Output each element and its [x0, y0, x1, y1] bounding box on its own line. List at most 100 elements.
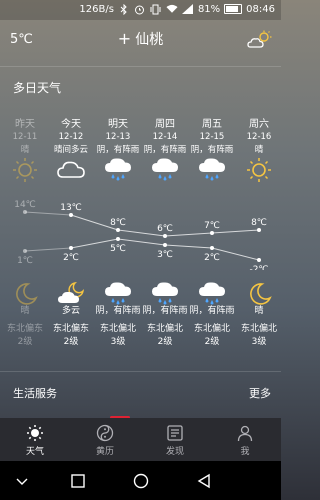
tab-me[interactable]: 我 [217, 424, 273, 457]
more-link[interactable]: 更多 [249, 385, 271, 401]
night-condition: 多云 [61, 306, 80, 316]
network-speed: 126B/s [79, 3, 114, 15]
day-date: 12-15 [199, 132, 225, 142]
day-date: 12-14 [152, 132, 178, 142]
chevron-down-icon[interactable] [14, 473, 30, 489]
cloud-moon-icon [56, 281, 86, 307]
day-column[interactable]: 周六 12-16 晴 [232, 118, 286, 157]
day-label: 明天 [108, 119, 128, 130]
plus-icon[interactable]: + [118, 29, 131, 48]
night-condition: 阴，有阵雨 [142, 306, 188, 316]
night-condition: 阴，有阵雨 [189, 306, 235, 316]
day-condition: 晴 [254, 145, 264, 155]
day-condition: 晴间多云 [53, 145, 88, 155]
wind-level: 2级 [157, 337, 173, 347]
rain-cloud-icon [150, 157, 180, 183]
day-label: 周五 [202, 119, 222, 130]
city-selector[interactable]: + 仙桃 [0, 29, 281, 49]
data-label: 13℃ [60, 203, 82, 213]
night-condition: 晴 [254, 306, 264, 316]
day-date: 12-13 [105, 132, 131, 142]
data-label: 1℃ [17, 256, 33, 266]
wind-direction: 东北偏北 [193, 324, 230, 334]
day-column[interactable]: 明天 12-13 阴，有阵雨 [91, 118, 145, 157]
data-point [116, 228, 120, 232]
day-column[interactable]: 周四 12-14 阴，有阵雨 [138, 118, 192, 157]
data-label: 2℃ [63, 253, 79, 263]
alarm-icon [134, 3, 146, 15]
city-name: 仙桃 [135, 32, 164, 48]
tab-weather[interactable]: 天气 [7, 424, 63, 457]
data-label: 14℃ [14, 200, 36, 210]
day-date: 12-12 [58, 132, 84, 142]
sun-icon [244, 157, 274, 183]
system-nav-bar [0, 461, 281, 500]
data-label: 5℃ [110, 244, 126, 254]
day-condition: 阴，有阵雨 [96, 145, 140, 155]
day-column[interactable]: 今天 12-12 晴间多云 [44, 118, 98, 157]
tab-label: 我 [240, 447, 250, 457]
sun-icon [10, 157, 40, 183]
night-column: 多云 东北偏东 2级 [44, 305, 98, 349]
signal-icon [182, 3, 194, 15]
square-icon[interactable] [70, 473, 86, 489]
wind-direction: 东北偏北 [240, 324, 277, 334]
data-label: 2℃ [204, 253, 220, 263]
night-column: 阴，有阵雨 东北偏北 2级 [138, 305, 192, 349]
rain-cloud-icon [103, 157, 133, 183]
wind-level: 3级 [251, 337, 267, 347]
tab-label: 发现 [165, 447, 184, 457]
wind-level: 2级 [204, 337, 220, 347]
yin-yang-icon [96, 424, 114, 442]
data-label: 3℃ [157, 250, 173, 260]
rain-cloud-icon [150, 281, 180, 307]
data-label: 7℃ [204, 221, 220, 231]
wind-direction: 东北偏东 [52, 324, 89, 334]
news-icon [167, 425, 183, 441]
day-column[interactable]: 周五 12-15 阴，有阵雨 [185, 118, 239, 157]
forecast-title: 多日天气 [13, 81, 62, 95]
series-segment [24, 247, 72, 252]
data-point [210, 246, 214, 250]
day-condition: 阴，有阵雨 [143, 145, 187, 155]
data-point [23, 210, 27, 214]
cloud-sun-icon[interactable] [247, 30, 273, 50]
rain-cloud-icon [197, 157, 227, 183]
user-icon [237, 425, 253, 442]
data-point [23, 249, 27, 253]
data-point [257, 228, 261, 232]
status-bar: 126B/s 81% 08:46 [0, 0, 281, 20]
moon-icon [10, 281, 40, 307]
back-triangle-icon[interactable] [196, 473, 212, 489]
data-point [69, 213, 73, 217]
tab-almanac[interactable]: 黄历 [77, 424, 133, 457]
tab-discover[interactable]: 发现 [147, 424, 203, 457]
data-point [69, 246, 73, 250]
rain-cloud-icon [197, 281, 227, 307]
life-services-title: 生活服务 [13, 387, 57, 400]
data-label: 6℃ [157, 224, 173, 234]
divider [0, 66, 281, 67]
data-label: 8℃ [110, 218, 126, 228]
wind-direction: 东北偏北 [146, 324, 183, 334]
circle-icon[interactable] [133, 473, 149, 489]
status-right: 126B/s 81% 08:46 [79, 3, 275, 15]
data-label: 8℃ [251, 218, 267, 228]
data-point [257, 258, 261, 262]
bluetooth-icon [118, 3, 130, 15]
wind-level: 3级 [110, 337, 126, 347]
clock: 08:46 [246, 3, 275, 15]
temperature-chart: 14℃ 13℃ 8℃ 6℃ 7℃ 8℃ 1℃ 2℃ 5℃ 3℃ 2℃ -2℃ [14, 200, 268, 270]
data-point [210, 231, 214, 235]
wind-level: 2级 [63, 337, 79, 347]
cloud-icon [56, 157, 86, 183]
tab-bar: 天气 黄历 发现 我 [0, 418, 281, 461]
night-condition: 阴，有阵雨 [95, 306, 141, 316]
battery-fill [226, 6, 238, 12]
moon-icon [244, 281, 274, 307]
divider [0, 371, 281, 372]
data-point [163, 234, 167, 238]
battery-icon [224, 4, 243, 14]
night-column: 阴，有阵雨 东北偏北 2级 [185, 305, 239, 349]
day-label: 周四 [155, 119, 175, 130]
